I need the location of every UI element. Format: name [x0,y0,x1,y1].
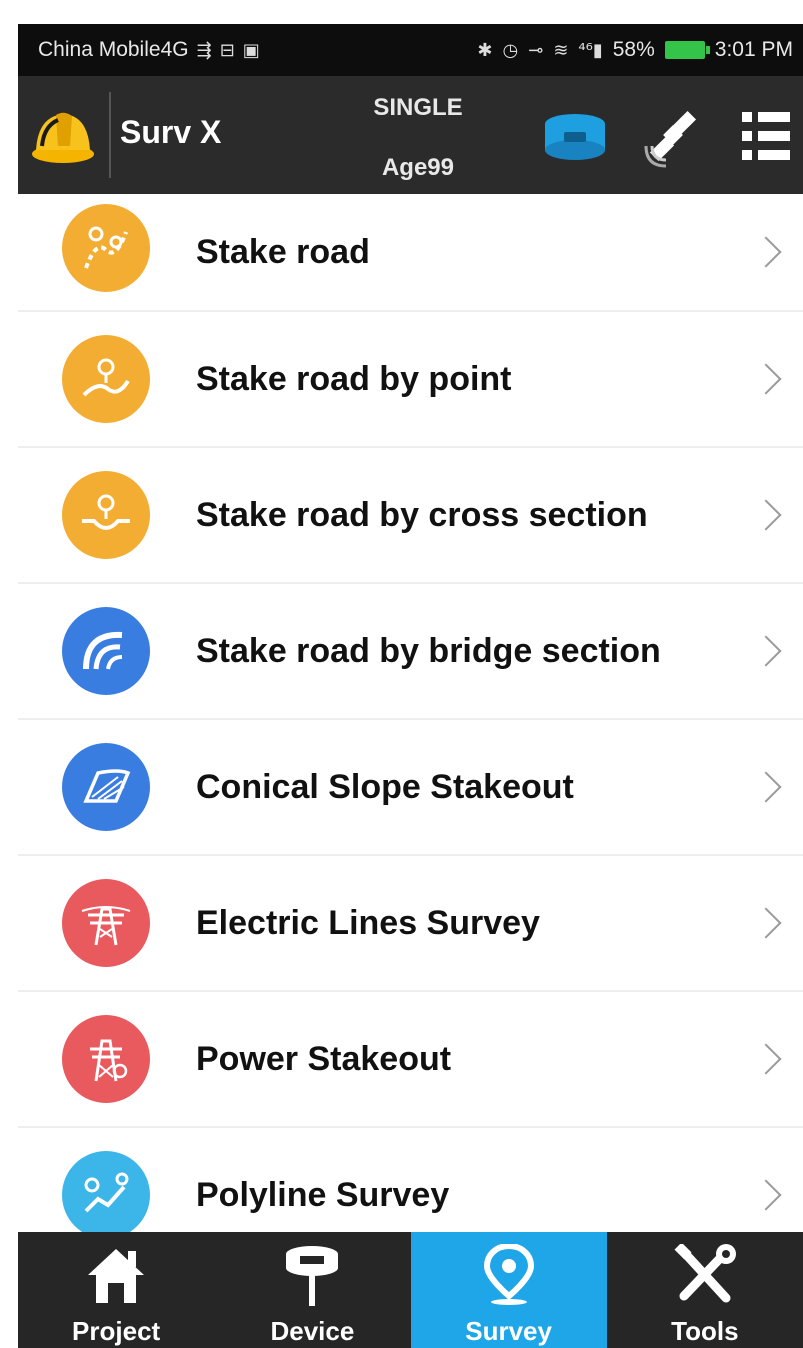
menu-item-stake-road-by-point[interactable]: Stake road by point [18,312,803,448]
image-icon: ▣ [242,39,260,61]
carrier-name: China Mobile4G [38,38,189,61]
menu-item-label: Power Stakeout [196,1039,452,1078]
clock: 3:01 PM [714,38,793,61]
solution-mode: SINGLE [373,94,463,121]
menu-item-stake-road[interactable]: Stake road [18,194,803,312]
bottom-navigation: Project Device Survey Tools [18,1232,803,1348]
menu-list-icon[interactable] [742,110,790,162]
tab-device[interactable]: Device [214,1232,410,1348]
signal-icon: ⁴⁶▮ [578,39,603,61]
wifi-share-icon: ⇶ [196,39,212,61]
helmet-logo[interactable] [30,106,96,166]
house-icon [84,1244,148,1306]
chevron-right-icon [750,499,782,531]
differential-age: Age99 [381,154,455,181]
menu-item-label: Stake road by point [196,359,512,398]
app-bar: Surv X SINGLE Age99 [18,76,803,194]
chevron-right-icon [750,907,782,939]
menu-item-label: Polyline Survey [196,1175,450,1214]
tab-label: Device [270,1316,355,1346]
conical-slope-icon [62,743,150,831]
chevron-right-icon [750,363,782,395]
battery-icon [664,41,710,59]
appbar-divider [109,92,111,178]
menu-item-conical-slope-stakeout[interactable]: Conical Slope Stakeout [18,720,803,856]
menu-item-label: Stake road [196,232,370,271]
menu-item-electric-lines-survey[interactable]: Electric Lines Survey [18,856,803,992]
tab-label: Survey [465,1316,552,1346]
car-icon: ⊟ [219,39,235,61]
tab-label: Tools [671,1316,739,1346]
menu-item-power-stakeout[interactable]: Power Stakeout [18,992,803,1128]
menu-item-label: Stake road by cross section [196,495,648,534]
network-type: ⁴⁶ [578,39,593,61]
location-pin-icon [481,1244,537,1306]
tab-label: Project [72,1316,161,1346]
gnss-receiver-icon[interactable] [542,112,608,164]
tab-project[interactable]: Project [18,1232,214,1348]
wifi-icon: ≋ [553,39,569,61]
stake-road-icon [62,204,150,292]
carrier-group: China Mobile4G ⇶ ⊟ ▣ [38,38,260,62]
phone-screen: China Mobile4G ⇶ ⊟ ▣ ✱ ◷ ⊸ ≋ ⁴⁶▮ 58% 3:0… [18,24,803,1348]
bridge-section-icon [62,607,150,695]
status-bar: China Mobile4G ⇶ ⊟ ▣ ✱ ◷ ⊸ ≋ ⁴⁶▮ 58% 3:0… [18,24,803,76]
menu-item-stake-road-by-cross-section[interactable]: Stake road by cross section [18,448,803,584]
satellite-icon[interactable] [644,106,706,168]
survey-menu-list: Stake road Stake road by point Stake roa… [18,194,803,1264]
electric-lines-icon [62,879,150,967]
chevron-right-icon [750,1043,782,1075]
alarm-icon: ◷ [502,39,519,61]
receiver-icon [282,1244,342,1306]
tab-tools[interactable]: Tools [607,1232,803,1348]
chevron-right-icon [750,771,782,803]
menu-item-label: Conical Slope Stakeout [196,767,574,806]
polyline-icon [62,1151,150,1239]
app-title: Surv X [120,114,222,150]
cross-section-icon [62,471,150,559]
chevron-right-icon [750,236,782,268]
tools-icon [672,1244,738,1306]
bluetooth-icon: ✱ [477,39,493,61]
menu-item-label: Stake road by bridge section [196,631,661,670]
stake-road-point-icon [62,335,150,423]
menu-item-label: Electric Lines Survey [196,903,540,942]
chevron-right-icon [750,635,782,667]
tab-survey[interactable]: Survey [410,1232,607,1348]
power-tower-icon [62,1015,150,1103]
menu-item-stake-road-by-bridge-section[interactable]: Stake road by bridge section [18,584,803,720]
battery-percent: 58% [612,38,655,61]
key-icon: ⊸ [528,39,544,61]
chevron-right-icon [750,1179,782,1211]
status-right-group: ✱ ◷ ⊸ ≋ ⁴⁶▮ 58% 3:01 PM [477,38,793,62]
